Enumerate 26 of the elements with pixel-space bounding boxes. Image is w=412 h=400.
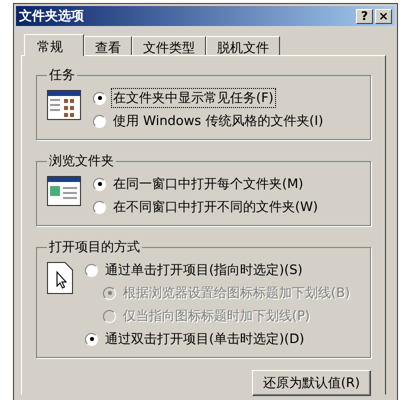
group-title: 浏览文件夹 [48, 153, 115, 170]
radio-button[interactable] [93, 200, 106, 214]
option-label[interactable]: 在同一窗口中打开每个文件夹(M) [111, 174, 306, 194]
radio-button[interactable] [93, 178, 106, 190]
option-label[interactable]: 通过双击打开项目(单击时选定)(D) [103, 329, 306, 349]
radio-button[interactable] [85, 332, 98, 346]
option-label[interactable]: 在不同窗口中打开不同的文件夹(W) [111, 197, 320, 217]
window-title: 文件夹选项 [19, 8, 84, 25]
restore-defaults-button[interactable]: 还原为默认值(R) [252, 370, 371, 396]
window-icon [47, 176, 81, 206]
group-title: 打开项目的方式 [48, 239, 141, 256]
group-title: 任务 [48, 67, 76, 84]
option-label[interactable]: 通过单击打开项目(指向时选定)(S) [103, 260, 305, 280]
tab[interactable]: 文件类型 [132, 36, 206, 55]
radio-button[interactable] [85, 264, 98, 276]
radio-button[interactable] [93, 114, 106, 128]
option-label[interactable]: 使用 Windows 传统风格的文件夹(I) [111, 111, 326, 131]
tab[interactable]: 查看 [84, 36, 132, 55]
radio-button[interactable] [93, 92, 106, 104]
close-button[interactable]: × [375, 8, 392, 24]
option-label[interactable]: 在文件夹中显示常见任务(F) [111, 88, 276, 108]
window-icon [47, 90, 81, 120]
tab[interactable]: 脱机文件 [206, 36, 280, 55]
cursor-document-icon [47, 262, 73, 294]
tab[interactable]: 常规 [24, 34, 84, 56]
help-button[interactable]: ? [356, 8, 373, 24]
